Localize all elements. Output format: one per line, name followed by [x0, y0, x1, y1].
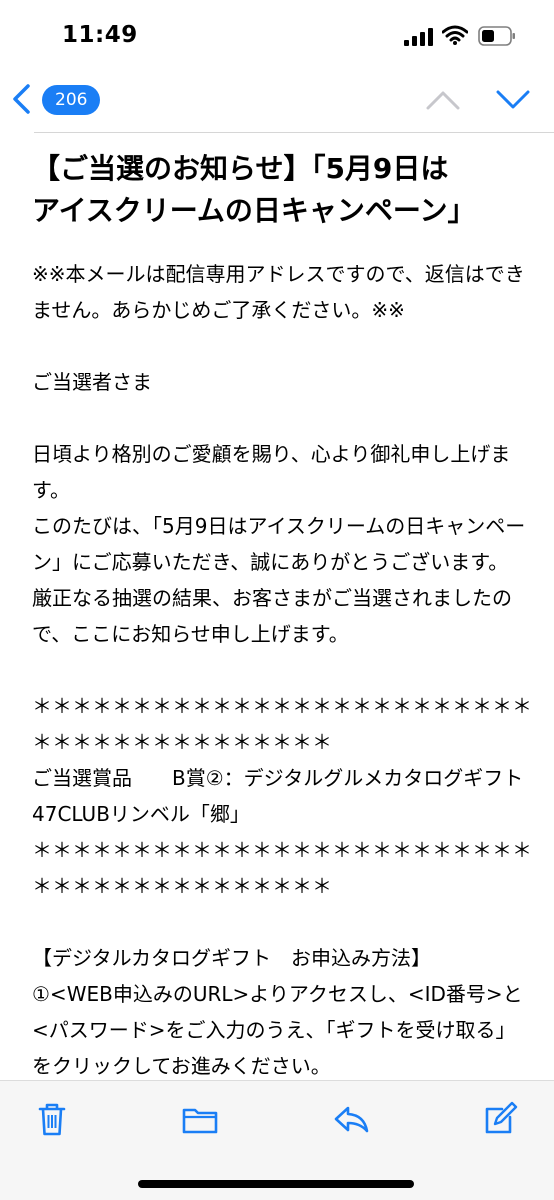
status-bar: 11:49 — [0, 0, 554, 70]
reply-icon[interactable] — [332, 1099, 372, 1139]
unread-count-badge[interactable]: 206 — [42, 85, 101, 115]
cellular-signal-icon — [404, 28, 433, 46]
back-chevron-icon[interactable] — [8, 82, 38, 116]
status-time: 11:49 — [62, 22, 138, 48]
header-divider — [34, 132, 554, 133]
mail-nav-bar: 206 — [0, 70, 554, 128]
email-subject: 【ご当選のお知らせ】「5月9日は アイスクリームの日キャンペーン」 — [32, 148, 532, 232]
trash-icon[interactable] — [32, 1099, 72, 1139]
home-indicator[interactable] — [138, 1180, 414, 1188]
email-subject-line-1: 【ご当選のお知らせ】「5月9日は — [32, 152, 449, 185]
email-body: ※※本メールは配信専用アドレスですので、返信はできません。あらかじめご了承くださ… — [32, 262, 532, 1078]
previous-message-icon[interactable] — [424, 84, 462, 114]
wifi-icon — [442, 25, 468, 45]
folder-icon[interactable] — [180, 1099, 220, 1139]
email-content: 【ご当選のお知らせ】「5月9日は アイスクリームの日キャンペーン」 ※※本メール… — [32, 148, 532, 1084]
compose-icon[interactable] — [480, 1099, 520, 1139]
next-message-icon[interactable] — [494, 84, 532, 114]
email-subject-line-2: アイスクリームの日キャンペーン」 — [32, 194, 476, 227]
battery-icon — [478, 26, 515, 46]
